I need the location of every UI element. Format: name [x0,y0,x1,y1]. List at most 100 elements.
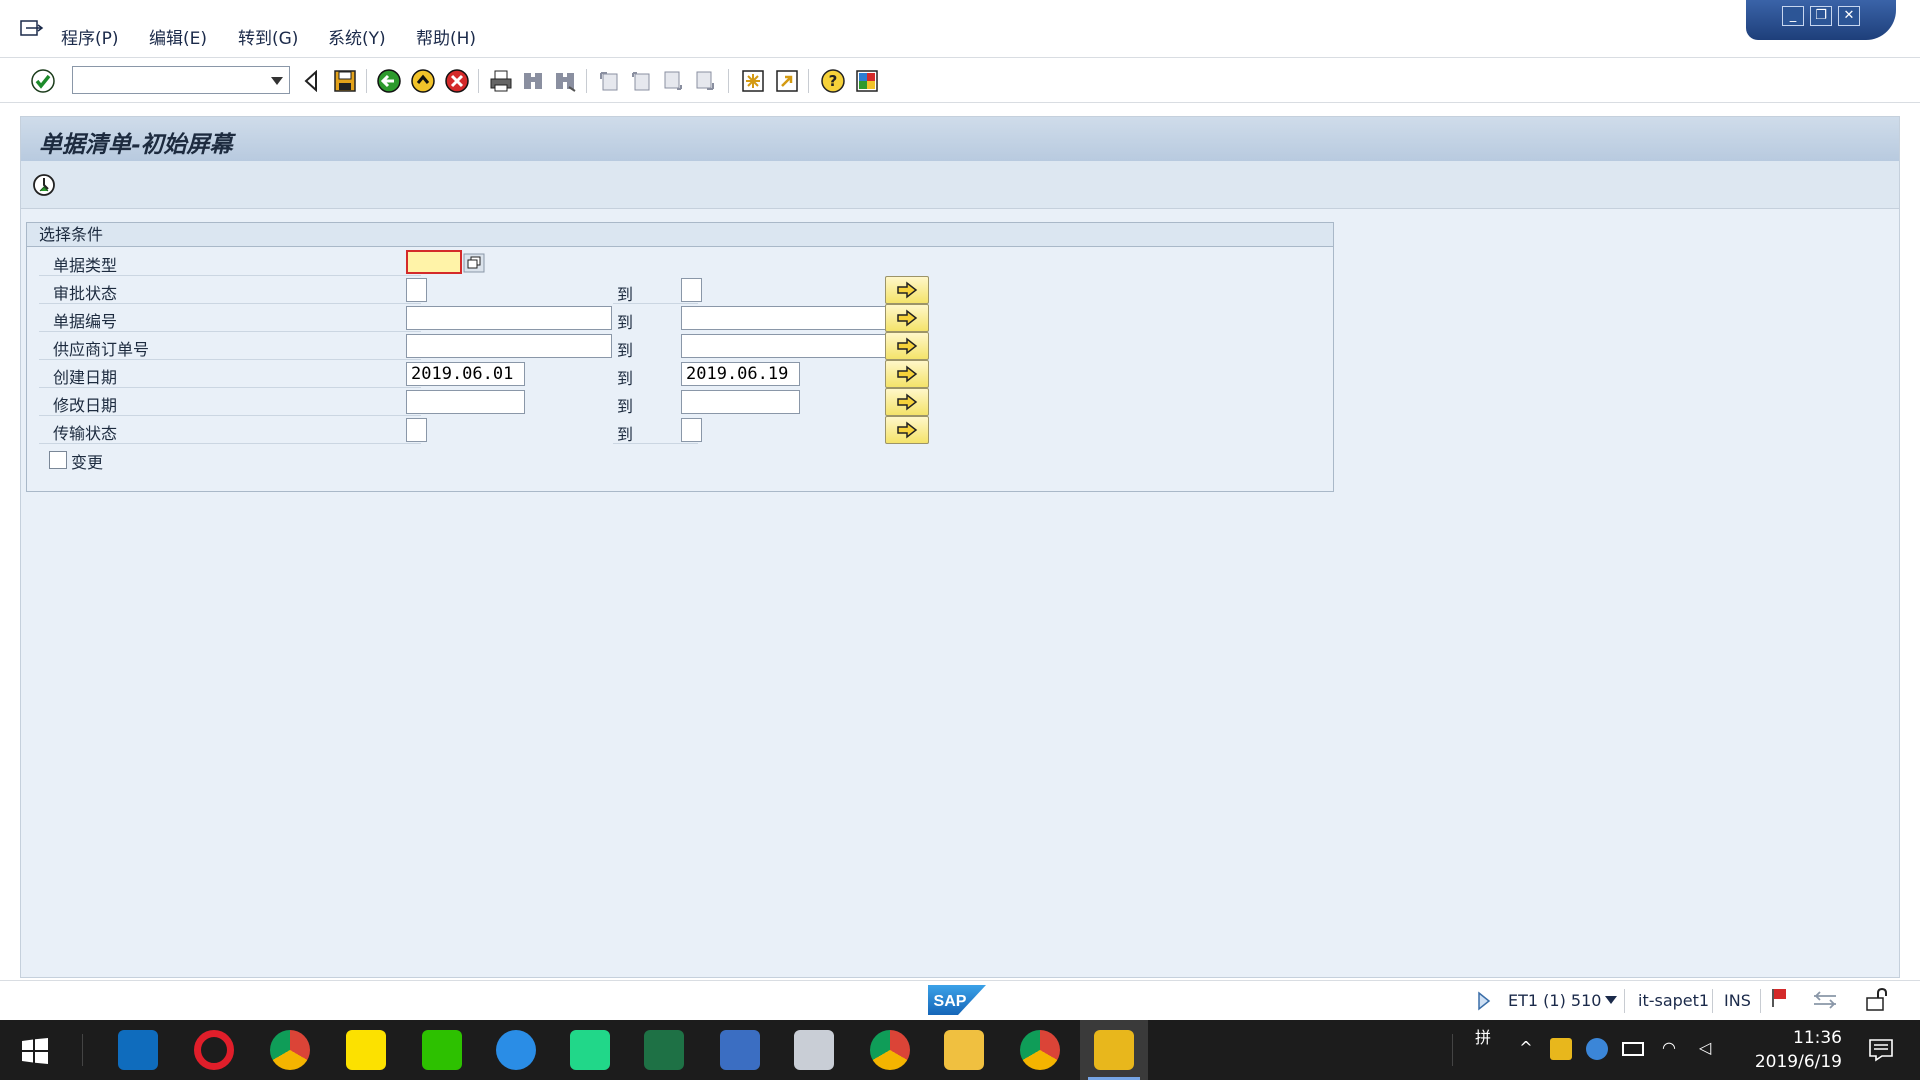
first-page-icon[interactable] [596,68,622,94]
menu-bar: 程序(P) 编辑(E) 转到(G) 系统(Y) 帮助(H) _ ❐ ✕ [0,0,1920,58]
prev-page-icon[interactable] [628,68,654,94]
status-bar: SAP ET1 (1) 510 it-sapet1 INS [0,980,1920,1020]
sap-gui-icon[interactable] [1088,1030,1140,1080]
create-session-icon[interactable] [740,68,766,94]
system-menu-icon[interactable] [20,20,44,38]
chrome-icon[interactable] [270,1030,310,1070]
vendor-order-to-input[interactable] [681,334,887,358]
chevron-down-icon[interactable] [1604,995,1618,1005]
changed-date-from-input[interactable] [406,390,525,414]
field-label: 修改日期 [53,396,118,415]
multiple-selection-icon[interactable] [463,253,485,273]
to-label: 到 [617,369,634,388]
field-row-transfer-status: 传输状态 到 [27,416,1333,444]
sticky-notes-icon[interactable] [346,1030,386,1070]
approval-status-from-input[interactable] [406,278,427,302]
minimize-icon[interactable]: _ [1782,6,1804,26]
menu-system[interactable]: 系统(Y) [328,24,386,49]
last-page-icon[interactable] [692,68,718,94]
arrow-right-icon [897,309,918,327]
multiple-selection-button[interactable] [885,276,929,304]
volume-icon[interactable]: ◁ [1694,1038,1716,1060]
close-icon[interactable]: ✕ [1838,6,1860,26]
opera-icon[interactable] [194,1030,234,1070]
toolbar-separator [478,69,479,93]
menu-goto[interactable]: 转到(G) [238,24,298,49]
menu-help[interactable]: 帮助(H) [416,24,476,49]
page-title: 单据清单-初始屏幕 [39,131,233,158]
to-label: 到 [617,313,634,332]
status-expand-icon[interactable] [1476,991,1492,1011]
sap-logon-icon[interactable] [794,1030,834,1070]
network-globe-icon[interactable] [1586,1038,1608,1060]
wechat-icon[interactable] [422,1030,462,1070]
multiple-selection-button[interactable] [885,304,929,332]
search-app-icon[interactable] [720,1030,760,1070]
menu-edit[interactable]: 编辑(E) [149,24,207,49]
file-explorer-icon[interactable] [944,1030,984,1070]
vendor-order-from-input[interactable] [406,334,612,358]
flag-icon [1772,989,1786,1007]
exit-icon[interactable] [410,68,436,94]
application-toolbar [21,161,1899,209]
execute-icon[interactable] [31,172,57,198]
enter-icon[interactable] [30,68,56,94]
command-field[interactable] [72,66,290,94]
multiple-selection-button[interactable] [885,332,929,360]
changed-date-to-input[interactable] [681,390,800,414]
excel-icon[interactable] [644,1030,684,1070]
sap-tray-icon[interactable] [1550,1038,1572,1060]
sap-logo: SAP [928,985,986,1015]
ime-indicator[interactable]: 拼 [1472,1024,1494,1047]
created-date-to-input[interactable]: 2019.06.19 [681,362,800,386]
pycharm-icon[interactable] [570,1030,610,1070]
menu-program[interactable]: 程序(P) [61,24,119,49]
layout-icon[interactable] [854,68,880,94]
system-clock[interactable]: 11:36 2019/6/19 [1755,1026,1842,1074]
screen-title-bar: 单据清单-初始屏幕 [21,117,1899,161]
field-label: 单据编号 [53,312,118,331]
multiple-selection-button[interactable] [885,360,929,388]
notification-center-icon[interactable] [1868,1038,1894,1062]
standard-toolbar: ? [0,59,1920,103]
chrome-icon[interactable] [870,1030,910,1070]
chrome-icon[interactable] [1020,1030,1060,1070]
shortcut-icon[interactable] [774,68,800,94]
find-next-icon[interactable] [552,68,578,94]
created-date-from-input[interactable]: 2019.06.01 [406,362,525,386]
battery-icon[interactable] [1622,1042,1644,1056]
windows-start-icon[interactable] [22,1038,48,1064]
chevron-down-icon[interactable] [271,77,283,85]
field-row-changed-date: 修改日期 到 [27,388,1333,416]
feishu-icon[interactable] [496,1030,536,1070]
doc-number-from-input[interactable] [406,306,612,330]
transfer-status-from-input[interactable] [406,418,427,442]
status-mode[interactable]: INS [1724,991,1751,1010]
help-icon[interactable]: ? [820,68,846,94]
toolbar-separator [366,69,367,93]
find-icon[interactable] [520,68,546,94]
multiple-selection-button[interactable] [885,388,929,416]
wifi-icon[interactable]: ◠ [1658,1038,1680,1060]
back-icon[interactable] [298,68,324,94]
arrow-right-icon [897,281,918,299]
doc-number-to-input[interactable] [681,306,887,330]
window-controls: _ ❐ ✕ [1746,0,1896,40]
to-label: 到 [617,425,634,444]
selection-criteria-box: 选择条件 单据类型 审批状态 到 单据编号 到 供应商订单号 到 创建日期 20… [26,222,1334,492]
transfer-status-to-input[interactable] [681,418,702,442]
save-icon[interactable] [332,68,358,94]
next-page-icon[interactable] [660,68,686,94]
changes-checkbox[interactable] [49,451,67,469]
restore-icon[interactable]: ❐ [1810,6,1832,26]
outlook-icon[interactable] [118,1030,158,1070]
chevron-up-icon[interactable]: ^ [1515,1038,1537,1060]
print-icon[interactable] [488,68,514,94]
cancel-icon[interactable] [444,68,470,94]
doc-type-input[interactable] [406,250,462,274]
lock-icon[interactable] [1864,987,1890,1013]
field-row-approval-status: 审批状态 到 [27,276,1333,304]
multiple-selection-button[interactable] [885,416,929,444]
approval-status-to-input[interactable] [681,278,702,302]
back-green-icon[interactable] [376,68,402,94]
